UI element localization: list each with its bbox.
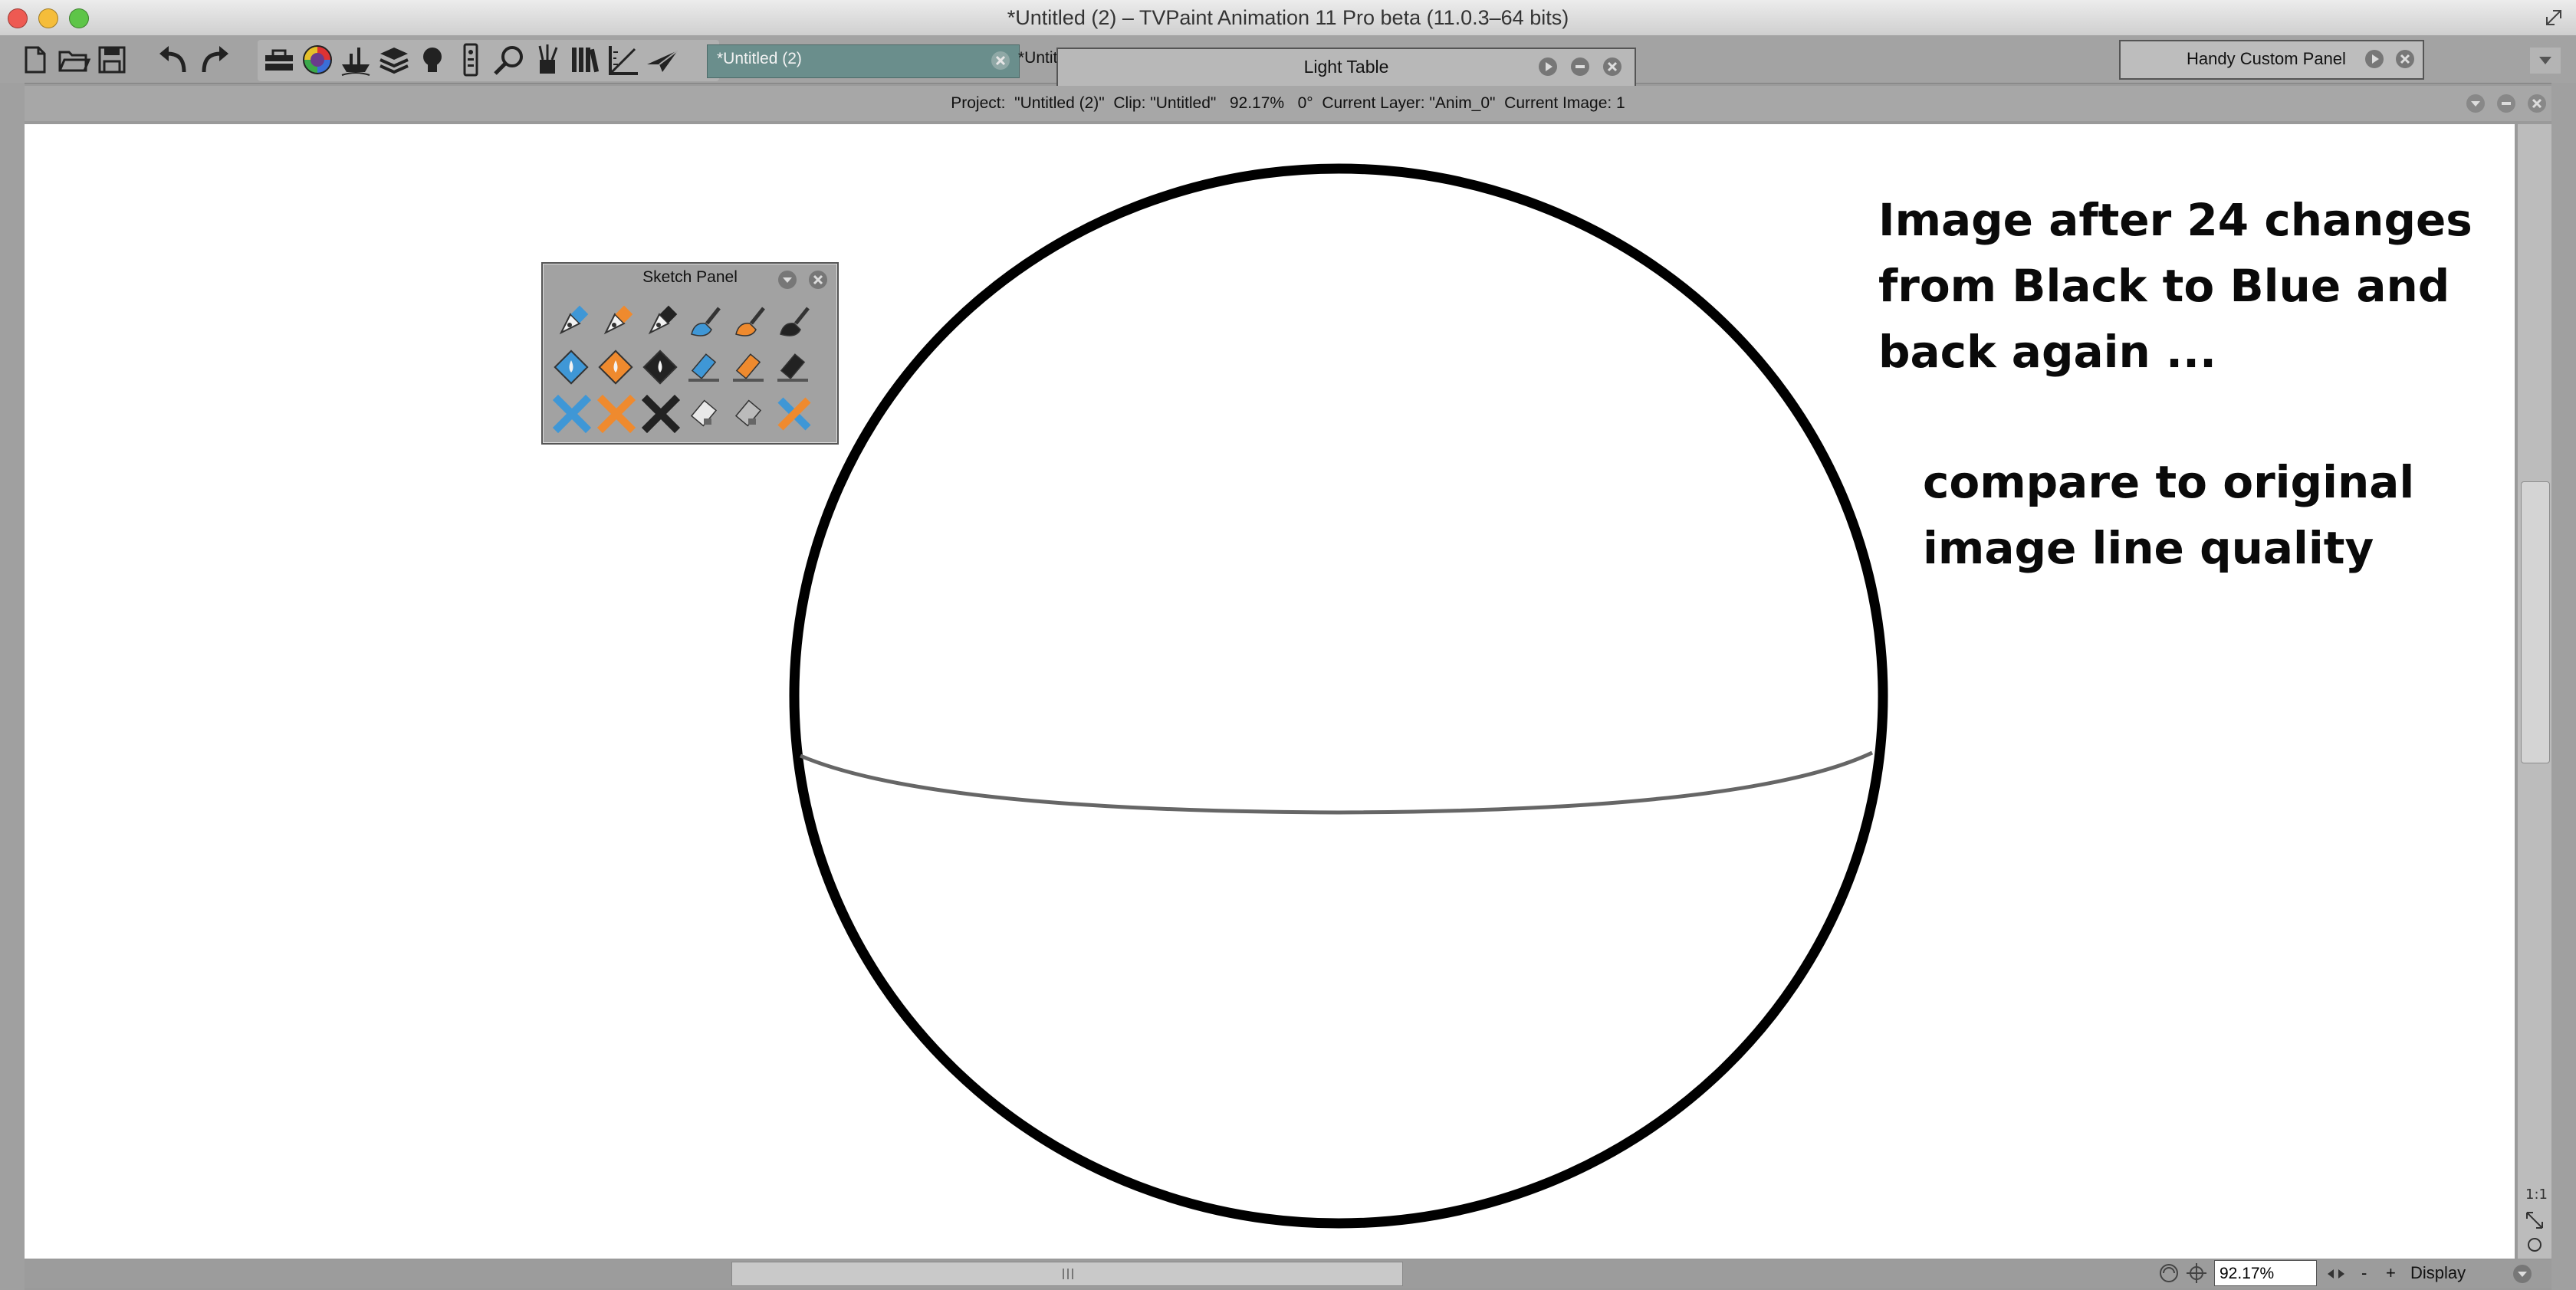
- black-eraser-icon[interactable]: [773, 346, 816, 389]
- orange-eraser-icon[interactable]: [728, 346, 771, 389]
- minimize-window-button[interactable]: [38, 8, 58, 28]
- color-wheel-icon[interactable]: [299, 41, 336, 78]
- white-eraser-icon[interactable]: [684, 392, 727, 435]
- toolbar-menu-chevron-icon[interactable]: [2530, 48, 2561, 74]
- orange-clear-icon[interactable]: [595, 392, 638, 435]
- close-window-button[interactable]: [8, 8, 28, 28]
- display-menu[interactable]: Display: [2410, 1260, 2525, 1286]
- canvas-note-2: compare to original image line quality: [1923, 449, 2459, 581]
- tab-close-icon[interactable]: [990, 50, 1011, 71]
- orange-pen-icon[interactable]: [595, 300, 638, 343]
- handy-custom-panel-title: Handy Custom Panel: [2187, 49, 2346, 68]
- save-icon[interactable]: [94, 41, 130, 78]
- new-file-icon[interactable]: [17, 41, 54, 78]
- view-close-icon[interactable]: [2527, 94, 2547, 113]
- view-minimize-icon[interactable]: [2496, 94, 2516, 113]
- redo-icon[interactable]: [195, 41, 232, 78]
- fullscreen-icon[interactable]: [2542, 6, 2565, 29]
- note1-line-1: Image after 24 changes: [1878, 194, 2472, 246]
- project-info-text: Project: "Untitled (2)" Clip: "Untitled"…: [951, 94, 1625, 112]
- note2-line-2: image line quality: [1923, 522, 2374, 574]
- sketch-tool-grid: [550, 300, 833, 438]
- blue-pen-icon[interactable]: [550, 300, 593, 343]
- library-icon[interactable]: [567, 41, 604, 78]
- vertical-scroll-thumb[interactable]: [2521, 481, 2550, 763]
- black-clear-icon[interactable]: [639, 392, 682, 435]
- light-table-panel[interactable]: Light Table: [1056, 48, 1636, 87]
- center-view-icon[interactable]: [2185, 1262, 2208, 1285]
- brushes-icon[interactable]: [529, 41, 566, 78]
- orange-fill-icon[interactable]: [595, 346, 638, 389]
- handy-panel-play-icon[interactable]: [2364, 49, 2384, 69]
- note1-line-3: back again ...: [1878, 326, 2217, 378]
- remote-icon[interactable]: [452, 41, 489, 78]
- left-frame: [0, 83, 25, 1290]
- note2-line-1: compare to original: [1923, 456, 2415, 508]
- light-table-close-icon[interactable]: [1602, 57, 1622, 77]
- blue-brush-icon[interactable]: [684, 300, 727, 343]
- handy-custom-panel[interactable]: Handy Custom Panel: [2119, 40, 2424, 80]
- canvas-note-1: Image after 24 changes from Black to Blu…: [1878, 187, 2472, 385]
- sketch-panel-menu-icon[interactable]: [777, 270, 797, 290]
- tab-untitled-2[interactable]: *Untitled (2): [707, 44, 1020, 78]
- horizontal-scroll-thumb[interactable]: [731, 1262, 1403, 1286]
- window-title: *Untitled (2) – TVPaint Animation 11 Pro…: [1007, 6, 1569, 29]
- blue-orange-clear-icon[interactable]: [773, 392, 816, 435]
- sketch-panel[interactable]: Sketch Panel: [541, 262, 839, 445]
- drawing-canvas[interactable]: Image after 24 changes from Black to Blu…: [25, 124, 2515, 1259]
- paper-plane-icon[interactable]: [644, 41, 681, 78]
- rotate-view-icon[interactable]: [2157, 1262, 2180, 1285]
- blue-clear-icon[interactable]: [550, 392, 593, 435]
- light-table-play-icon[interactable]: [1538, 57, 1558, 77]
- lightbulb-icon[interactable]: [414, 41, 451, 78]
- black-brush-icon[interactable]: [773, 300, 816, 343]
- view-tools-icons[interactable]: 1:1: [2522, 1182, 2548, 1256]
- black-pen-icon[interactable]: [639, 300, 682, 343]
- display-menu-label: Display: [2410, 1263, 2466, 1282]
- black-fill-icon[interactable]: [639, 346, 682, 389]
- gray-eraser-icon[interactable]: [728, 392, 771, 435]
- right-frame: [2551, 83, 2576, 1290]
- flip-horizontal-icon[interactable]: [2325, 1263, 2348, 1285]
- handy-panel-close-icon[interactable]: [2395, 49, 2415, 69]
- note1-line-2: from Black to Blue and: [1878, 260, 2450, 312]
- toolbox-icon[interactable]: [261, 41, 297, 78]
- magnifier-icon[interactable]: [491, 41, 527, 78]
- zoom-input[interactable]: 92.17%: [2214, 1260, 2317, 1286]
- blue-fill-icon[interactable]: [550, 346, 593, 389]
- svg-text:1:1: 1:1: [2525, 1187, 2547, 1203]
- view-menu-icon[interactable]: [2466, 94, 2486, 113]
- light-table-collapse-icon[interactable]: [1570, 57, 1590, 77]
- undo-icon[interactable]: [156, 41, 193, 78]
- layers-icon[interactable]: [376, 41, 412, 78]
- display-chevron-icon[interactable]: [2512, 1263, 2533, 1285]
- ruler-icon[interactable]: [606, 41, 642, 78]
- zoom-window-button[interactable]: [69, 8, 89, 28]
- tab-untitled-2-label: *Untitled (2): [717, 50, 802, 67]
- sketch-panel-close-icon[interactable]: [808, 270, 828, 290]
- blue-eraser-icon[interactable]: [684, 346, 727, 389]
- orange-brush-icon[interactable]: [728, 300, 771, 343]
- sphere-outline: [789, 163, 1888, 1229]
- open-folder-icon[interactable]: [55, 41, 92, 78]
- equator-line: [800, 750, 1874, 815]
- zoom-in-button[interactable]: +: [2386, 1260, 2401, 1286]
- zoom-out-button[interactable]: -: [2361, 1260, 2377, 1286]
- project-info-bar: Project: "Untitled (2)" Clip: "Untitled"…: [25, 86, 2551, 121]
- ship-icon[interactable]: [337, 41, 374, 78]
